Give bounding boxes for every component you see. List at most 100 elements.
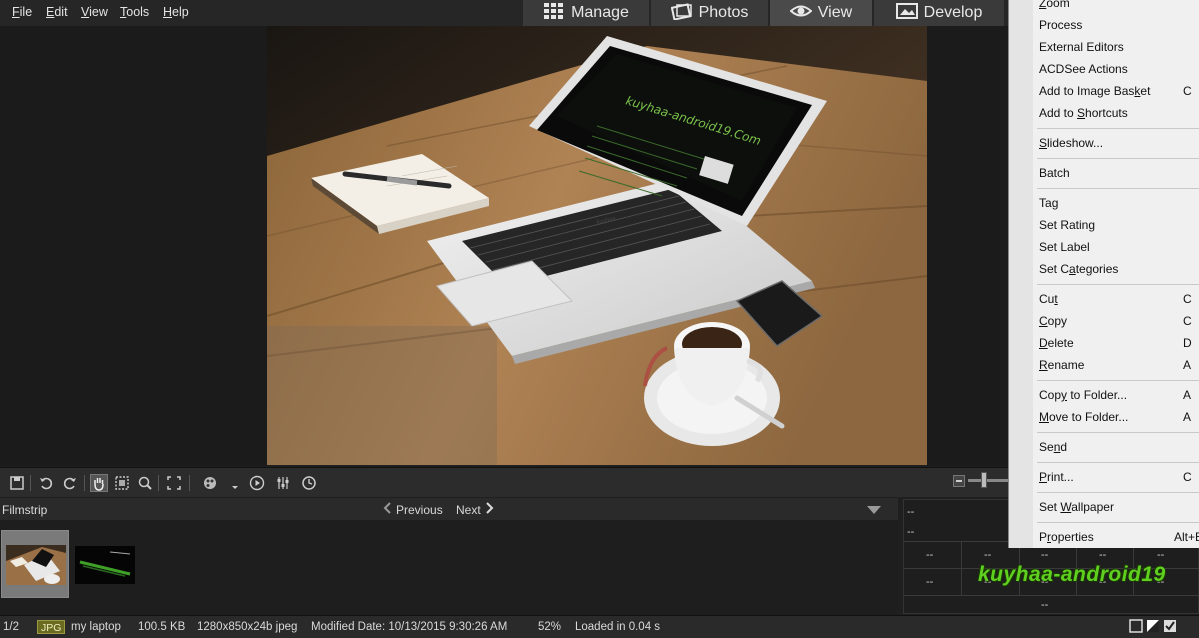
save-icon[interactable] — [8, 474, 26, 492]
viewer-toolbar — [0, 467, 1008, 497]
zoom-tool-icon[interactable] — [136, 474, 154, 492]
previous-button[interactable]: Previous — [383, 502, 443, 517]
context-menu-item-copy-to-folder[interactable]: Copy to Folder... — [1039, 388, 1127, 402]
play-slideshow-icon[interactable] — [248, 474, 266, 492]
thumbnail-laptop-image — [2, 531, 68, 597]
load-time: Loaded in 0.04 s — [575, 621, 661, 633]
context-menu-item-add-to-shortcuts[interactable]: Add to Shortcuts — [1039, 106, 1128, 120]
diagonal-split-icon[interactable] — [1146, 619, 1160, 633]
collapse-triangle-icon[interactable] — [866, 504, 882, 518]
menu-separator — [1037, 462, 1199, 463]
checkmark-icon[interactable] — [1163, 619, 1177, 633]
info-grid-value: -- — [926, 549, 934, 561]
zoom-out-button[interactable] — [953, 475, 965, 487]
context-menu-item-move-to-folder[interactable]: Move to Folder... — [1039, 410, 1128, 424]
format-badge: JPG — [37, 620, 66, 634]
menu-separator — [1037, 432, 1199, 433]
photo-laptop-on-desk: kuyhaa-android19.Com kuyhaa — [267, 26, 927, 465]
zoom-slider-handle[interactable] — [981, 472, 987, 488]
info-grid-value: -- — [926, 576, 934, 588]
context-menu-item-print[interactable]: Print... — [1039, 470, 1074, 484]
color-wheel-icon[interactable] — [201, 474, 219, 492]
menu-file[interactable]: File — [12, 5, 32, 19]
image-viewer[interactable]: kuyhaa-android19.Com kuyhaa — [267, 26, 927, 465]
menu-shortcut: C — [1183, 470, 1192, 484]
context-menu-item-slideshow[interactable]: Slideshow... — [1039, 136, 1103, 150]
next-button[interactable]: Next — [456, 502, 494, 517]
info-grid-value: -- — [1041, 599, 1049, 611]
hand-tool-icon[interactable] — [90, 474, 108, 492]
context-menu-item-process[interactable]: Process — [1039, 18, 1082, 32]
menu-edit[interactable]: Edit — [46, 5, 68, 19]
menu-shortcut: D — [1183, 336, 1192, 350]
zoom-slider[interactable] — [968, 479, 1008, 482]
context-menu: Zoom Process External Editors ACDSee Action… — [1008, 0, 1199, 548]
toolbar-separator — [84, 475, 85, 491]
menu-separator — [1037, 128, 1199, 129]
info-grid-value: -- — [1041, 549, 1049, 561]
context-menu-item-external-editors[interactable]: External Editors — [1039, 40, 1124, 54]
dropdown-caret-icon[interactable] — [226, 474, 244, 492]
info-grid-value: -- — [1157, 549, 1165, 561]
info-grid-value: -- — [984, 549, 992, 561]
info-grid-value: -- — [1099, 549, 1107, 561]
context-menu-item-cut[interactable]: Cut — [1039, 292, 1058, 306]
context-menu-item-copy[interactable]: Copy — [1039, 314, 1067, 328]
context-menu-item-batch[interactable]: Batch — [1039, 166, 1070, 180]
info-value: -- — [907, 506, 915, 518]
zoom-level: 52% — [538, 621, 562, 633]
develop-icon — [895, 2, 918, 25]
fit-screen-icon[interactable] — [165, 474, 183, 492]
menu-separator — [1037, 492, 1199, 493]
mode-label: Develop — [923, 4, 983, 21]
toolbar-separator — [189, 475, 190, 491]
menu-view[interactable]: View — [81, 5, 108, 19]
context-menu-item-zoom[interactable]: Zoom — [1039, 0, 1070, 10]
select-tool-icon[interactable] — [113, 474, 131, 492]
mode-photos-tab[interactable]: Photos — [651, 0, 768, 26]
menu-shortcut: Alt+E — [1174, 530, 1199, 544]
adjust-sliders-icon[interactable] — [274, 474, 292, 492]
mode-view-tab[interactable]: View — [770, 0, 872, 26]
menu-shortcut: C — [1183, 84, 1192, 98]
file-name: my laptop — [71, 621, 121, 633]
mode-switcher: Manage Photos View Develop — [523, 0, 1004, 26]
menu-separator — [1037, 158, 1199, 159]
context-menu-item-tag[interactable]: Tag — [1039, 196, 1058, 210]
menu-separator — [1037, 380, 1199, 381]
menu-tools[interactable]: Tools — [120, 5, 149, 19]
history-icon[interactable] — [300, 474, 318, 492]
context-menu-item-set-label[interactable]: Set Label — [1039, 240, 1090, 254]
context-menu-item-set-wallpaper[interactable]: Set Wallpaper — [1039, 500, 1114, 514]
menu-shortcut: C — [1183, 292, 1192, 306]
context-menu-item-acdsee-actions[interactable]: ACDSee Actions — [1039, 62, 1128, 76]
eye-icon — [789, 2, 813, 25]
chevron-right-icon — [485, 502, 494, 517]
context-menu-item-set-rating[interactable]: Set Rating — [1039, 218, 1095, 232]
context-menu-item-send[interactable]: Send — [1039, 440, 1067, 454]
info-value: -- — [907, 526, 915, 538]
menu-help[interactable]: Help — [163, 5, 189, 19]
toolbar-separator — [30, 475, 31, 491]
toolbar-separator — [158, 475, 159, 491]
mode-manage-tab[interactable]: Manage — [523, 0, 649, 26]
next-label: Next — [456, 502, 481, 517]
square-icon[interactable] — [1129, 619, 1143, 633]
context-menu-item-rename[interactable]: Rename — [1039, 358, 1084, 372]
mode-develop-tab[interactable]: Develop — [874, 0, 1004, 26]
left-panel — [0, 26, 267, 466]
context-menu-item-add-to-image-basket[interactable]: Add to Image Basket — [1039, 84, 1150, 98]
context-menu-item-set-categories[interactable]: Set Categories — [1039, 262, 1118, 276]
context-menu-item-delete[interactable]: Delete — [1039, 336, 1074, 350]
mode-label: Manage — [571, 4, 629, 21]
rotate-left-icon[interactable] — [37, 474, 55, 492]
filmstrip-thumbnail-selected[interactable] — [1, 530, 69, 598]
context-menu-item-properties[interactable]: Properties — [1039, 530, 1094, 544]
rotate-right-icon[interactable] — [61, 474, 79, 492]
mode-label: View — [817, 4, 853, 21]
status-icons — [1129, 619, 1177, 633]
menu-shortcut: C — [1183, 314, 1192, 328]
previous-label: Previous — [396, 502, 443, 517]
filmstrip-thumbnail[interactable] — [75, 546, 135, 584]
photos-icon — [670, 2, 693, 25]
